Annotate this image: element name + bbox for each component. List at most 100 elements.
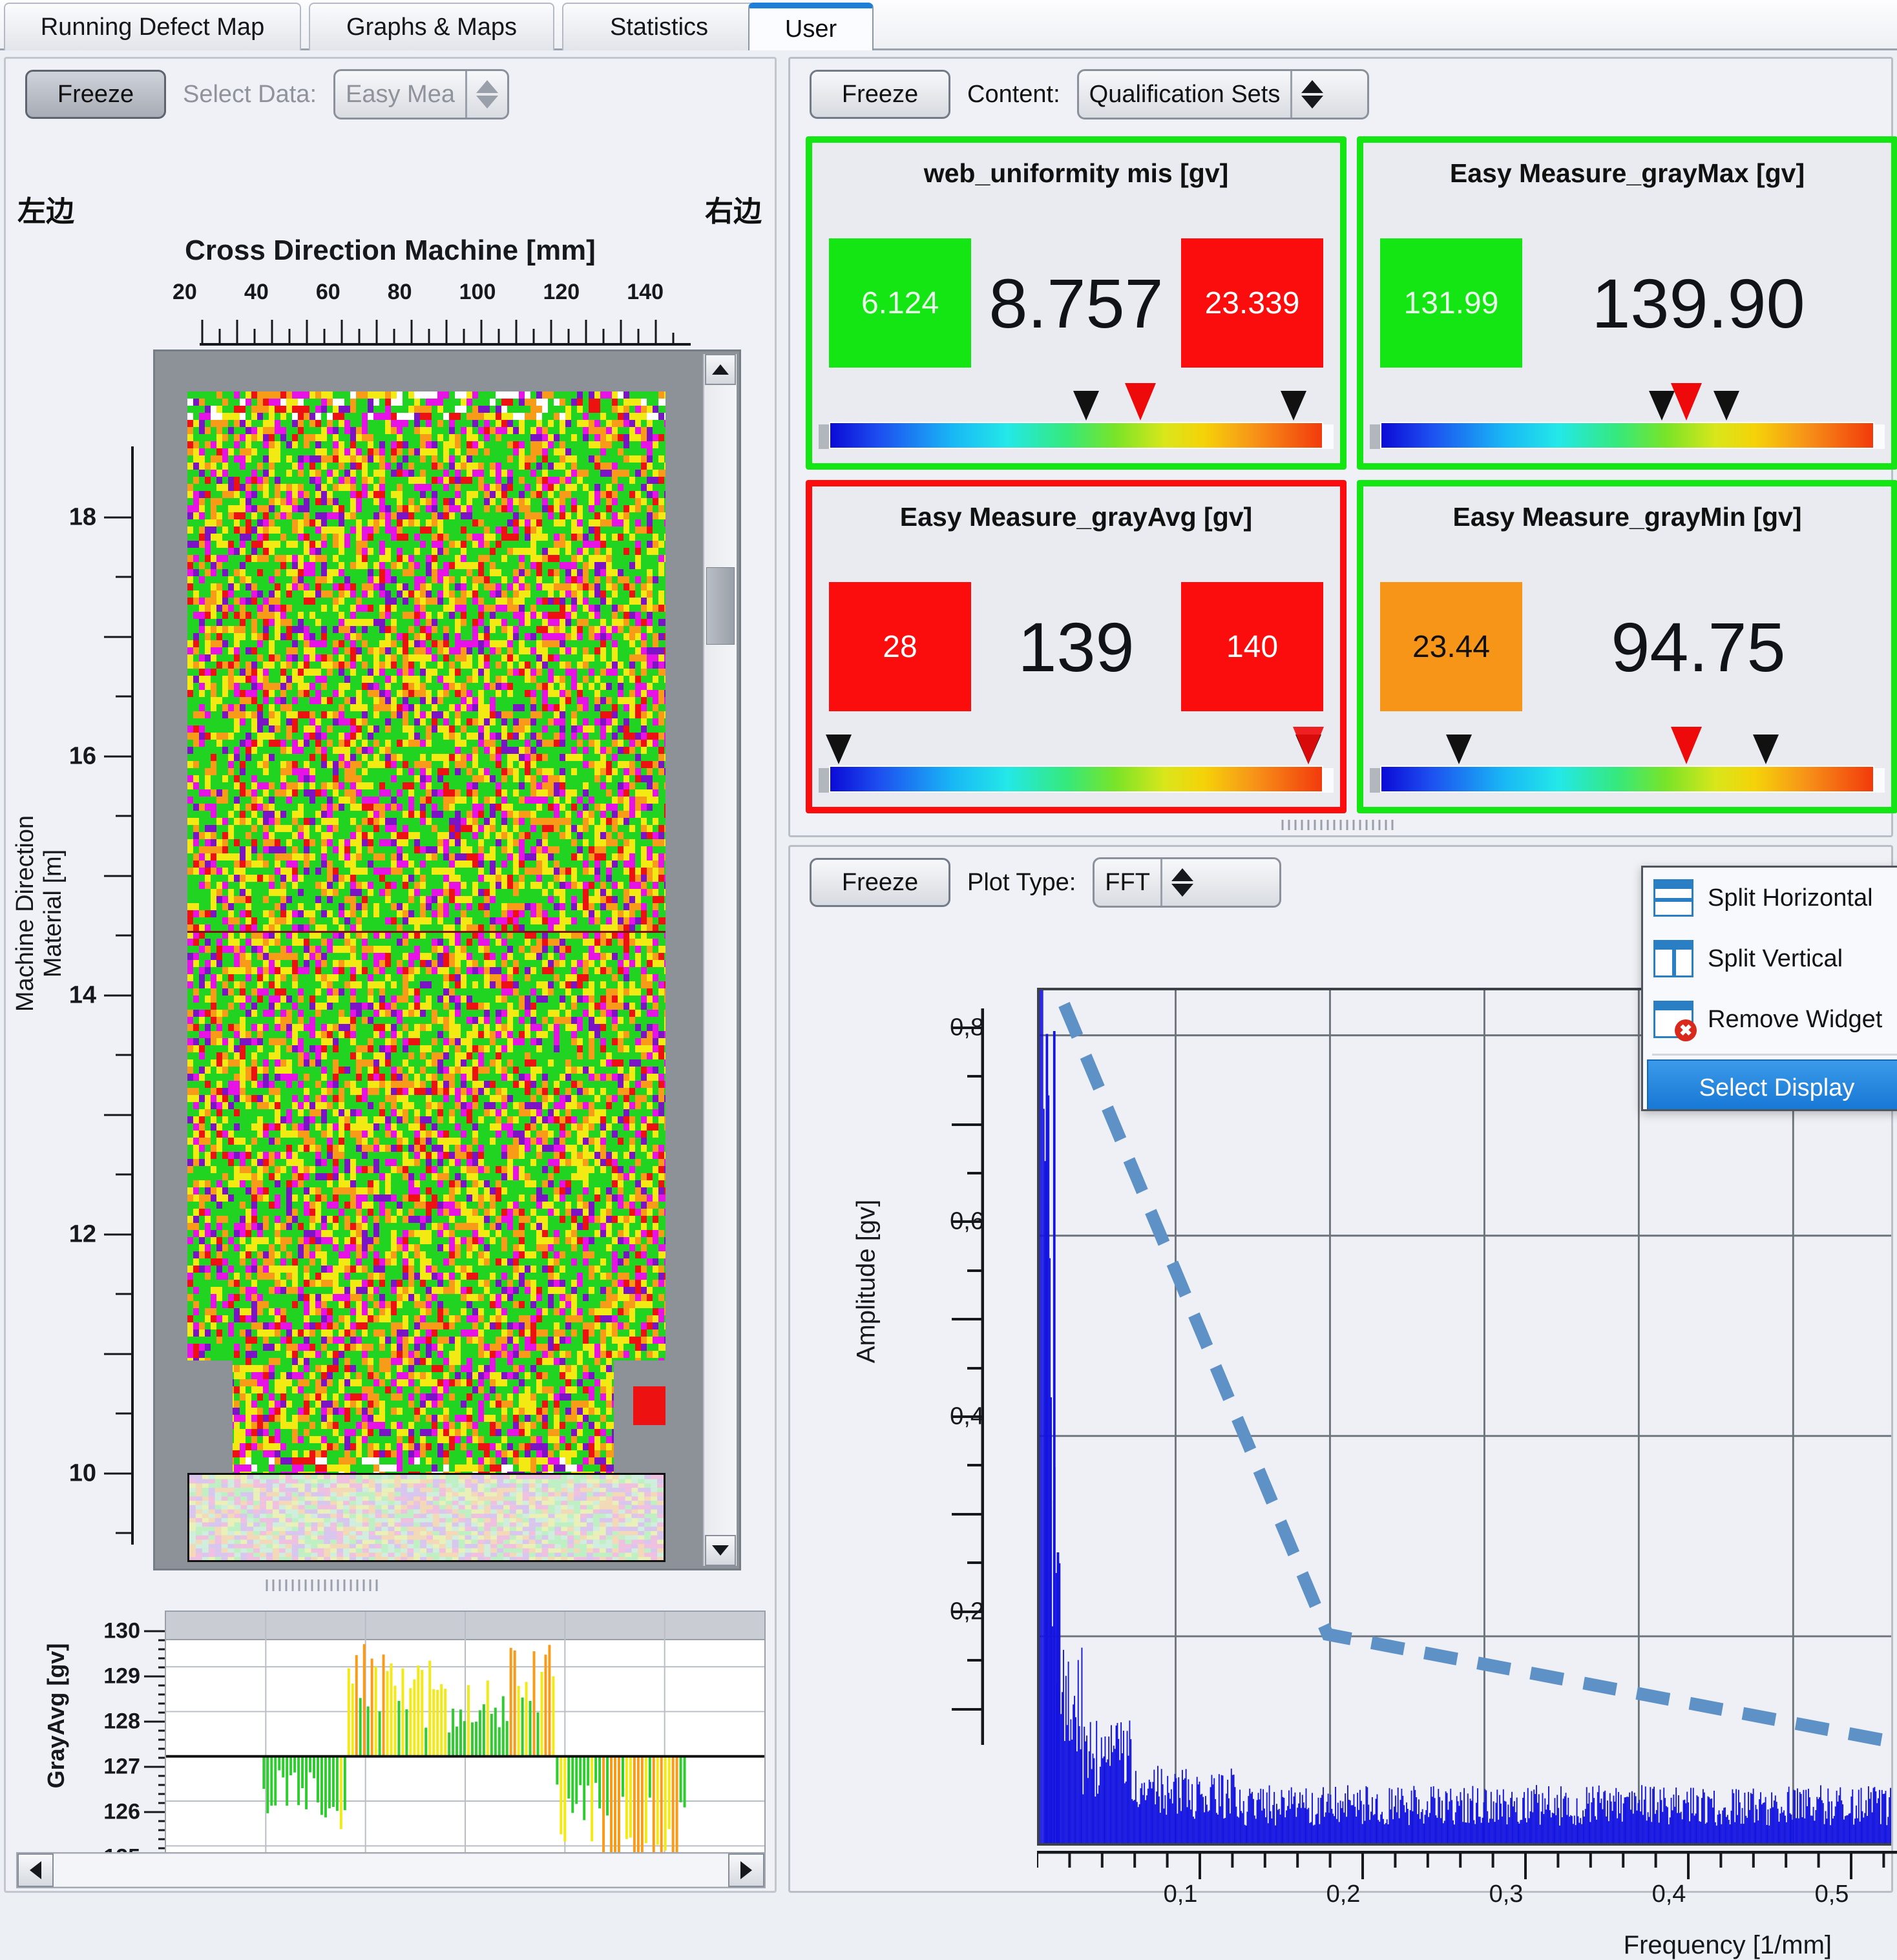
tab-label: User bbox=[785, 16, 837, 43]
gauge-scale-wrap bbox=[829, 378, 1323, 449]
tab-bar: Running Defect Map Graphs & Maps Statist… bbox=[0, 0, 1897, 50]
md-tick: 10 bbox=[69, 1460, 96, 1488]
gauge-web-uniformity[interactable]: web_uniformity mis [gv] 6.124 8.757 23.3… bbox=[806, 136, 1347, 470]
cd-tick: 60 bbox=[316, 280, 341, 305]
gauge-value: 139.90 bbox=[1522, 263, 1874, 344]
gauge-marker-current bbox=[1671, 383, 1702, 421]
select-data-label: Select Data: bbox=[183, 81, 317, 109]
defect-map-image[interactable] bbox=[187, 391, 666, 1528]
chevron-down-icon bbox=[712, 1545, 729, 1556]
defect-map-scrollbar[interactable] bbox=[703, 354, 737, 1566]
fft-plot-canvas[interactable] bbox=[1037, 988, 1891, 1846]
gauge-marker-low bbox=[826, 735, 852, 764]
grayavg-tick: 128 bbox=[103, 1709, 140, 1735]
gauge-value: 8.757 bbox=[971, 263, 1181, 344]
cross-direction-ruler bbox=[200, 317, 691, 346]
defect-map-overview-strip[interactable]: 1 bbox=[187, 1473, 666, 1562]
menu-item-split-horizontal[interactable]: Split Horizontal bbox=[1643, 868, 1897, 928]
menu-divider bbox=[1652, 1054, 1897, 1056]
cd-tick: 120 bbox=[543, 280, 580, 305]
chevron-up-icon bbox=[712, 364, 729, 375]
freeze-button-fft[interactable]: Freeze bbox=[810, 858, 950, 907]
tab-user[interactable]: User bbox=[748, 3, 874, 50]
gauge-graymin[interactable]: Easy Measure_grayMin [gv] 23.44 94.75 bbox=[1357, 480, 1897, 813]
grayavg-chart-panel: GrayAvg [gv] 130 129 128 127 126 125 bbox=[16, 1605, 773, 1895]
scroll-left-button[interactable] bbox=[17, 1853, 54, 1887]
spinner-icon[interactable] bbox=[1292, 71, 1332, 118]
defect-map-frame: 1 bbox=[153, 349, 741, 1570]
gauge-grid: web_uniformity mis [gv] 6.124 8.757 23.3… bbox=[806, 136, 1897, 813]
freeze-button-gauges[interactable]: Freeze bbox=[810, 70, 950, 119]
gauge-value: 94.75 bbox=[1522, 607, 1874, 687]
fft-x-tick: 0,4 bbox=[1652, 1881, 1686, 1908]
freeze-label: Freeze bbox=[842, 81, 918, 109]
freeze-button-left[interactable]: Freeze bbox=[25, 70, 166, 119]
defect-map-panel: Freeze Select Data: Easy Mea 左边 右边 Cross… bbox=[4, 57, 777, 1893]
fft-x-tick: 0,5 bbox=[1815, 1881, 1849, 1908]
fft-y-tick-labels: 0,8 0,6 0,4 0,2 bbox=[874, 989, 984, 1745]
cd-tick: 20 bbox=[173, 280, 197, 305]
gauge-title: Easy Measure_grayMax [gv] bbox=[1363, 158, 1891, 189]
scroll-right-button[interactable] bbox=[728, 1853, 764, 1887]
tab-running-defect-map[interactable]: Running Defect Map bbox=[4, 3, 301, 50]
menu-item-split-vertical[interactable]: Split Vertical bbox=[1643, 928, 1897, 989]
split-horizontal-icon bbox=[1653, 879, 1693, 917]
scrollbar-thumb[interactable] bbox=[706, 567, 735, 645]
scrollbar-track[interactable] bbox=[54, 1853, 728, 1887]
scroll-up-button[interactable] bbox=[705, 354, 736, 385]
defect-map-toolbar: Freeze Select Data: Easy Mea bbox=[6, 59, 775, 130]
freeze-label: Freeze bbox=[842, 869, 918, 897]
machine-direction-ticks: 18 16 14 12 10 bbox=[69, 446, 134, 1545]
fft-x-tick: 0,3 bbox=[1489, 1881, 1524, 1908]
grayavg-plot[interactable] bbox=[165, 1611, 766, 1869]
gauge-marker-current bbox=[1125, 383, 1156, 421]
md-tick: 14 bbox=[69, 982, 96, 1010]
menu-item-label: Split Horizontal bbox=[1708, 884, 1873, 912]
gauge-color-scale bbox=[829, 766, 1323, 793]
gauge-marker-high bbox=[1714, 391, 1739, 421]
tab-statistics[interactable]: Statistics bbox=[562, 3, 756, 50]
select-data-value: Easy Mea bbox=[335, 71, 465, 118]
gauge-color-scale bbox=[1380, 766, 1874, 793]
menu-item-select-display[interactable]: Select Display bbox=[1647, 1059, 1897, 1111]
fft-x-tick: 0,2 bbox=[1326, 1881, 1361, 1908]
gauge-marker-low bbox=[1073, 391, 1099, 421]
gauge-grayavg[interactable]: Easy Measure_grayAvg [gv] 28 139 140 bbox=[806, 480, 1347, 813]
gauge-high-limit: 140 bbox=[1181, 582, 1323, 711]
gauge-low-limit: 131.99 bbox=[1380, 238, 1522, 368]
gauge-value: 139 bbox=[971, 607, 1181, 687]
cd-tick: 140 bbox=[627, 280, 664, 305]
tab-graphs-maps[interactable]: Graphs & Maps bbox=[309, 3, 554, 50]
plot-type-value: FFT bbox=[1095, 859, 1160, 906]
plot-type-combo[interactable]: FFT bbox=[1093, 857, 1281, 908]
plot-type-label: Plot Type: bbox=[967, 869, 1076, 897]
cd-tick: 40 bbox=[244, 280, 269, 305]
content-label: Content: bbox=[967, 81, 1060, 109]
grayavg-horizontal-scrollbar[interactable] bbox=[16, 1852, 766, 1888]
select-data-combo[interactable]: Easy Mea bbox=[333, 69, 509, 120]
gauge-scale-wrap bbox=[829, 722, 1323, 793]
fft-x-tick-labels: 0,1 0,2 0,3 0,4 0,5 bbox=[1037, 1881, 1882, 1919]
gauge-title: web_uniformity mis [gv] bbox=[812, 158, 1340, 189]
spinner-icon[interactable] bbox=[1162, 859, 1202, 906]
fft-x-axis-label: Frequency [1/mm] bbox=[1624, 1931, 1832, 1960]
md-tick: 18 bbox=[69, 504, 96, 532]
split-vertical-icon bbox=[1653, 940, 1693, 977]
scroll-down-button[interactable] bbox=[705, 1535, 736, 1566]
content-combo[interactable]: Qualification Sets bbox=[1077, 69, 1369, 120]
gauge-marker-high bbox=[1753, 735, 1779, 764]
gauge-color-scale bbox=[1380, 422, 1874, 449]
gauge-panel-gripper[interactable] bbox=[1279, 818, 1402, 831]
spinner-icon[interactable] bbox=[467, 71, 507, 118]
grayavg-tick: 129 bbox=[103, 1664, 140, 1689]
tab-label: Graphs & Maps bbox=[346, 14, 517, 41]
gauge-graymax[interactable]: Easy Measure_grayMax [gv] 131.99 139.90 bbox=[1357, 136, 1897, 470]
panel-gripper[interactable] bbox=[264, 1578, 381, 1592]
gauge-marker-low bbox=[1446, 735, 1472, 764]
menu-item-remove-widget[interactable]: ✖ Remove Widget bbox=[1643, 989, 1897, 1050]
grayavg-tick: 130 bbox=[103, 1619, 140, 1644]
cross-direction-axis-title: Cross Direction Machine [mm] bbox=[6, 235, 775, 267]
machine-direction-axis-title: Machine Direction Material [m] bbox=[12, 771, 67, 1056]
widget-context-menu[interactable]: Split Horizontal Split Vertical ✖ Remove… bbox=[1641, 866, 1897, 1111]
menu-item-label: Split Vertical bbox=[1708, 945, 1843, 973]
